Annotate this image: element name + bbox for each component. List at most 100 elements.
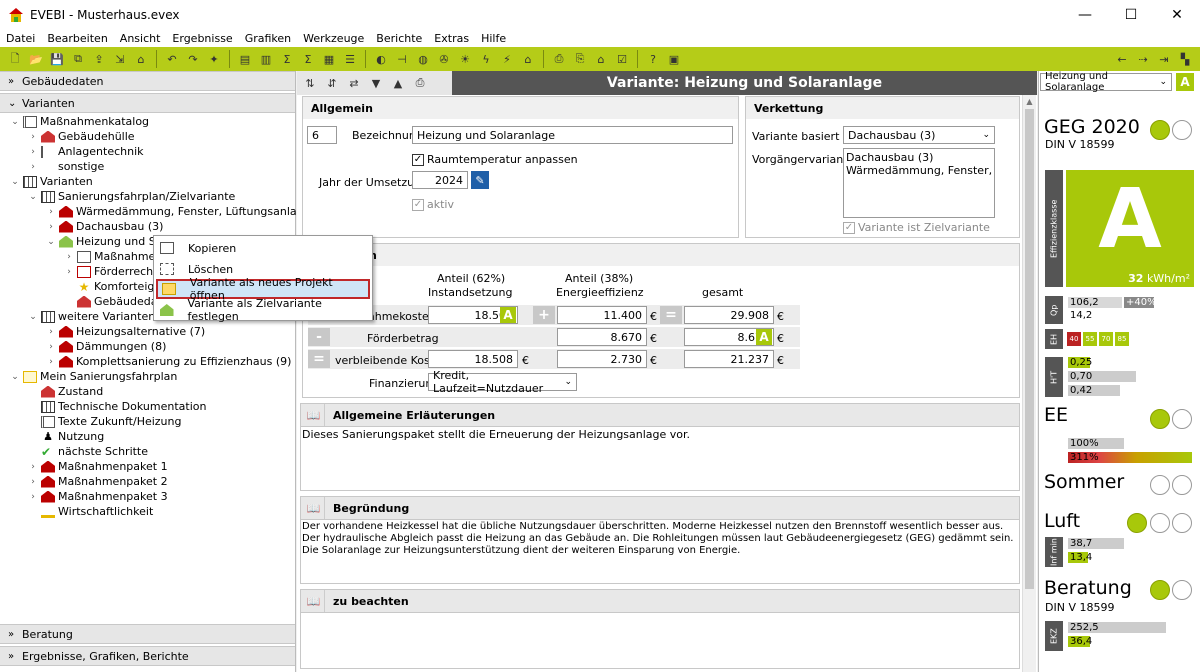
tree-dachausbau[interactable]: › Dachausbau (3) (46, 219, 163, 234)
calculator-icon[interactable]: ▣ (665, 50, 683, 68)
collapse-icon[interactable]: ⌄ (10, 177, 20, 187)
document-icon[interactable]: ▤ (236, 50, 254, 68)
tree-weitere[interactable]: ⌄ weitere Varianten (28, 309, 155, 324)
export-icon[interactable]: ⇲ (111, 50, 129, 68)
table-icon[interactable]: ▦ (320, 50, 338, 68)
menu-ergebnisse[interactable]: Ergebnisse (166, 32, 238, 45)
swap-icon[interactable]: ⇄ (345, 74, 363, 92)
expand-icon[interactable]: › (46, 357, 56, 367)
house-check-icon[interactable]: ⌂ (519, 50, 537, 68)
fan-icon[interactable]: ✇ (435, 50, 453, 68)
back-arrow-icon[interactable]: ← (1113, 50, 1131, 68)
redo-icon[interactable]: ↷ (184, 50, 202, 68)
menu-ansicht[interactable]: Ansicht (114, 32, 167, 45)
raumtemp-checkbox[interactable]: ✓ Raumtemperatur anpassen (412, 153, 578, 166)
ladder-icon[interactable]: ☰ (341, 50, 359, 68)
jahr-input[interactable]: 2024 (412, 171, 468, 189)
tree-varianten[interactable]: ⌄ Varianten (10, 174, 93, 189)
pin-icon[interactable]: ⇥ (1155, 50, 1173, 68)
tree-sonstige[interactable]: › sonstige (28, 159, 104, 174)
tree-gebaeudedaten[interactable]: Gebäudedat (64, 294, 162, 309)
edit-pencil-icon[interactable]: ✎ (471, 171, 489, 189)
move-up-list-icon[interactable]: ⇅ (301, 74, 319, 92)
scroll-up-icon[interactable]: ▲ (1025, 97, 1034, 107)
close-button[interactable]: ✕ (1154, 0, 1200, 30)
tree-anlagentechnik[interactable]: › Anlagentechnik (28, 144, 143, 159)
collapse-icon[interactable]: ⌄ (28, 312, 38, 322)
begruendung-text[interactable]: Der vorhandene Heizkessel hat die üblich… (302, 521, 1018, 557)
tree-foerderrechner[interactable]: › Förderrechn (64, 264, 160, 279)
tree-nutzung[interactable]: ♟ Nutzung (28, 429, 104, 444)
copy-icon[interactable]: ⧉ (69, 50, 87, 68)
print-preview-icon[interactable]: ⎘ (571, 50, 589, 68)
checklist-icon[interactable]: ☑ (613, 50, 631, 68)
basiert-dropdown[interactable]: Dachausbau (3) ⌄ (843, 126, 995, 144)
scrollbar-thumb[interactable] (1025, 109, 1034, 589)
tree-massnahmen[interactable]: › Maßnahmen (64, 249, 162, 264)
section-varianten[interactable]: ⌄ Varianten (0, 93, 295, 113)
maximize-button[interactable]: ☐ (1108, 0, 1154, 30)
print-icon[interactable]: ⎙ (550, 50, 568, 68)
vertical-scrollbar[interactable]: ▲ (1022, 95, 1036, 672)
tree-meinfahrplan[interactable]: ⌄ Mein Sanierungsfahrplan (10, 369, 177, 384)
move-down-list-icon[interactable]: ⇵ (323, 74, 341, 92)
expand-icon[interactable]: › (46, 207, 56, 217)
undo-icon[interactable]: ↶ (163, 50, 181, 68)
expand-icon[interactable]: › (28, 132, 38, 142)
expand-icon[interactable]: › (28, 162, 38, 172)
menu-grafiken[interactable]: Grafiken (239, 32, 297, 45)
import-icon[interactable]: ⇪ (90, 50, 108, 68)
save-icon[interactable]: 💾 (48, 50, 66, 68)
tree-wirtschaft[interactable]: Wirtschaftlichkeit (28, 504, 153, 519)
tree-mp3[interactable]: › Maßnahmenpaket 3 (28, 489, 167, 504)
menu-item-open-new-project[interactable]: Variante als neues Projekt öffnen (156, 276, 370, 302)
expand-icon[interactable]: › (46, 342, 56, 352)
sum-icon[interactable]: Σ (278, 50, 296, 68)
begruendung-header[interactable]: 📖 Begründung (300, 496, 1020, 520)
section-gebaeudedaten[interactable]: » Gebäudedaten (0, 71, 295, 91)
variant-select[interactable]: Heizung und Solaranlage ⌄ (1040, 71, 1172, 93)
report-icon[interactable]: ▥ (257, 50, 275, 68)
tree-gebaeudehuelle[interactable]: › Gebäudehülle (28, 129, 134, 144)
wand-icon[interactable]: ✦ (205, 50, 223, 68)
menu-item-copy[interactable]: Kopieren (156, 238, 370, 258)
arrow-down-icon[interactable]: ▼ (367, 74, 385, 92)
sun-icon[interactable]: ☀ (456, 50, 474, 68)
expand-icon[interactable]: › (28, 147, 38, 157)
tree-waermedaemmung[interactable]: › Wärmedämmung, Fenster, Lüftungsanlage (… (46, 204, 329, 219)
tree-zustand[interactable]: Zustand (28, 384, 103, 399)
checkbox-checked-icon[interactable]: ✓ (412, 153, 424, 166)
sum-alt-icon[interactable]: Σ (299, 50, 317, 68)
dena-icon[interactable]: ⌂ (132, 50, 150, 68)
pipe-icon[interactable]: ⊣ (393, 50, 411, 68)
power-icon[interactable]: ϟ (477, 50, 495, 68)
list-item[interactable]: Dachausbau (3) (846, 151, 992, 164)
collapse-icon[interactable]: ⌄ (28, 192, 38, 202)
arrow-up-icon[interactable]: ▲ (389, 74, 407, 92)
printer-icon[interactable]: ⎙ (411, 74, 429, 92)
menu-extras[interactable]: Extras (428, 32, 475, 45)
forward-arrow-icon[interactable]: ⇢ (1134, 50, 1152, 68)
section-beratung[interactable]: » Beratung (0, 624, 295, 644)
tree-komfort[interactable]: ★ Komforteige (64, 279, 162, 294)
finanz-dropdown[interactable]: Kredit, Laufzeit=Nutzdauer ⌄ (428, 369, 577, 395)
tree-sanierungsfahrplan[interactable]: ⌄ Sanierungsfahrplan/Zielvariante (28, 189, 235, 204)
house-plan-icon[interactable]: ⌂ (592, 50, 610, 68)
menu-werkzeuge[interactable]: Werkzeuge (297, 32, 370, 45)
collapse-icon[interactable]: ⌄ (46, 237, 56, 247)
chart-icon[interactable]: ▚ (1176, 50, 1194, 68)
collapse-icon[interactable]: ⌄ (10, 117, 20, 127)
help-icon[interactable]: ? (644, 50, 662, 68)
erlaeuterungen-text[interactable]: Dieses Sanierungspaket stellt die Erneue… (302, 428, 1018, 441)
expand-icon[interactable]: › (64, 252, 74, 262)
tree-mp2[interactable]: › Maßnahmenpaket 2 (28, 474, 167, 489)
tree-naechste[interactable]: ✔ nächste Schritte (28, 444, 148, 459)
list-item[interactable]: Wärmedämmung, Fenster, Lüftu (846, 164, 994, 177)
tree-daemmungen[interactable]: › Dämmungen (8) (46, 339, 166, 354)
tree-heizungsalternative[interactable]: › Heizungsalternative (7) (46, 324, 205, 339)
expand-icon[interactable]: › (46, 327, 56, 337)
erlaeuterungen-header[interactable]: 📖 Allgemeine Erläuterungen (300, 403, 1020, 427)
tree-mp1[interactable]: › Maßnahmenpaket 1 (28, 459, 167, 474)
menu-datei[interactable]: Datei (0, 32, 41, 45)
new-file-icon[interactable]: 🗋 (6, 50, 24, 68)
